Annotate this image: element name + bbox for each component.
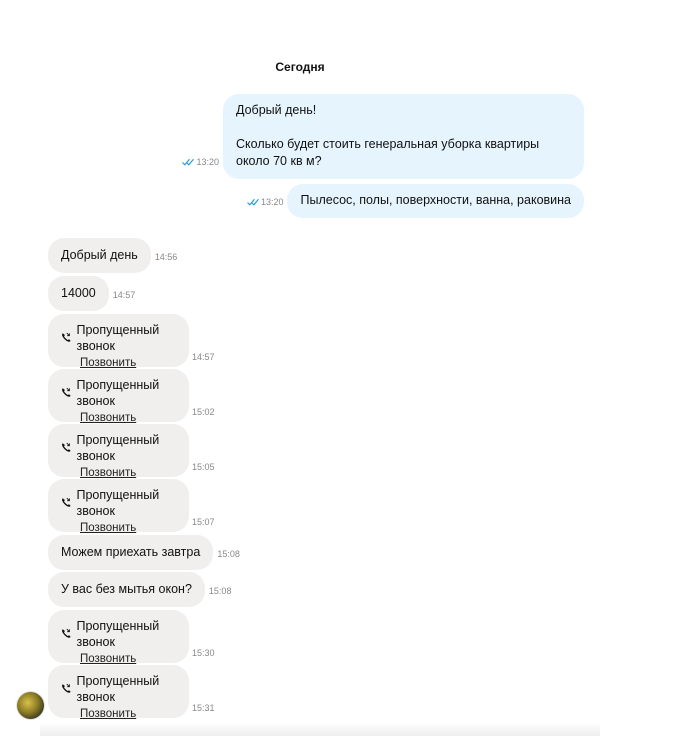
message-time: 13:20 [260,197,284,207]
call-label: Пропущенный звонок [76,619,160,649]
message-bubble: Можем приехать завтра [48,535,214,570]
incoming-message: У вас без мытья окон? 15:08 [48,572,231,607]
message-text: Сколько будет стоить генеральная уборка … [236,137,540,168]
outgoing-message: 13:20 Пылесос, полы, поверхности, ванна,… [247,184,584,218]
message-bubble: Пропущенный звонок Позвонить [48,424,189,479]
double-check-icon [247,198,259,206]
call-label: Пропущенный звонок [76,378,160,408]
missed-call-message: Пропущенный звонок Позвонить 15:02 [48,369,215,424]
message-bubble: У вас без мытья окон? [48,572,205,607]
composer-shadow [40,722,600,736]
missed-call-icon [62,497,71,507]
message-time: 15:08 [208,586,232,596]
incoming-message: 14000 14:57 [48,276,135,311]
message-bubble: Пропущенный звонок Позвонить [48,479,189,534]
call-label: Пропущенный звонок [76,674,160,704]
missed-call-icon [62,683,71,693]
call-back-link[interactable]: Позвонить [80,520,177,536]
message-meta: 13:20 [247,197,284,207]
message-time: 15:30 [192,648,215,658]
missed-call-message: Пропущенный звонок Позвонить 15:30 [48,610,215,665]
message-text: 14000 [61,286,96,300]
missed-call-icon [62,332,71,342]
message-bubble: Пропущенный звонок Позвонить [48,610,189,665]
message-text: У вас без мытья окон? [61,582,192,596]
message-meta: 13:20 [182,157,219,167]
message-time: 14:56 [154,252,178,262]
missed-call-message: Пропущенный звонок Позвонить 15:05 [48,424,215,479]
message-text: Добрый день! [236,103,317,117]
missed-call-message: Пропущенный звонок Позвонить 15:31 [48,665,215,720]
missed-call-icon [62,628,71,638]
message-time: 14:57 [192,352,215,362]
message-time: 15:05 [192,462,215,472]
message-bubble: Пылесос, полы, поверхности, ванна, раков… [287,184,584,218]
double-check-icon [182,158,195,166]
missed-call-icon [62,387,71,397]
missed-call-icon [62,442,71,452]
message-time: 15:31 [192,703,215,713]
message-text: Можем приехать завтра [61,545,201,559]
message-bubble: Пропущенный звонок Позвонить [48,665,189,720]
call-back-link[interactable]: Позвонить [80,706,177,722]
missed-call-message: Пропущенный звонок Позвонить 15:07 [48,479,215,534]
incoming-message: Можем приехать завтра 15:08 [48,535,240,570]
message-text: Добрый день [61,248,138,262]
message-bubble: Добрый день [48,238,151,273]
call-label: Пропущенный звонок [76,433,160,463]
incoming-message: Добрый день 14:56 [48,238,177,273]
message-time: 15:02 [192,407,215,417]
message-bubble: Пропущенный звонок Позвонить [48,314,189,369]
avatar[interactable] [17,692,44,719]
call-label: Пропущенный звонок [76,488,160,518]
outgoing-message: 13:20 Добрый день! Сколько будет стоить … [182,94,584,179]
call-label: Пропущенный звонок [76,323,160,353]
message-time: 15:07 [192,517,215,527]
date-separator: Сегодня [275,60,325,74]
message-text: Пылесос, полы, поверхности, ванна, раков… [300,193,571,207]
message-bubble: Добрый день! Сколько будет стоить генера… [223,94,584,179]
message-time: 15:08 [217,549,240,559]
message-time: 14:57 [112,290,136,300]
message-bubble: 14000 [48,276,109,311]
missed-call-message: Пропущенный звонок Позвонить 14:57 [48,314,215,369]
message-bubble: Пропущенный звонок Позвонить [48,369,189,424]
message-time: 13:20 [196,157,219,167]
